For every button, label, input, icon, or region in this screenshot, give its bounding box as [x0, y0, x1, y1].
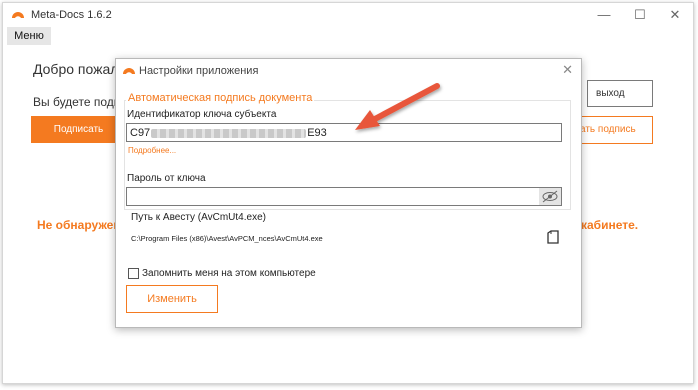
- dialog-title: Настройки приложения: [139, 65, 259, 77]
- key-id-suffix: E93: [307, 127, 327, 139]
- menu-button[interactable]: Меню: [7, 27, 51, 45]
- more-info-link[interactable]: Подробнее...: [128, 146, 176, 155]
- remember-me-checkbox[interactable]: [128, 268, 139, 279]
- remember-me-label: Запомнить меня на этом компьютере: [142, 268, 316, 279]
- auto-sign-group-title: Автоматическая подпись документа: [126, 92, 315, 104]
- minimize-button[interactable]: —: [595, 7, 613, 23]
- key-id-input[interactable]: C97 E93: [126, 123, 562, 142]
- maximize-button[interactable]: ☐: [631, 7, 649, 23]
- welcome-subtitle: Вы будете подпи: [33, 95, 127, 109]
- settings-dialog: Настройки приложения ✕ Автоматическая по…: [115, 58, 582, 328]
- change-button[interactable]: Изменить: [126, 285, 218, 313]
- sign-button[interactable]: Подписать: [31, 116, 126, 143]
- eye-icon[interactable]: [539, 188, 561, 205]
- path-label: Путь к Авесту (AvCmUt4.exe): [131, 212, 266, 223]
- app-logo-icon: [123, 68, 135, 74]
- browse-icon[interactable]: [546, 230, 560, 244]
- password-input[interactable]: [126, 187, 562, 206]
- exit-button[interactable]: выход: [587, 80, 653, 107]
- title-bar: Meta-Docs 1.6.2 — ☐ ✕: [3, 3, 693, 27]
- password-label: Пароль от ключа: [127, 173, 206, 184]
- close-window-button[interactable]: ✕: [666, 7, 684, 23]
- sign-document-button[interactable]: ать подпись: [581, 116, 653, 144]
- warning-text-left: Не обнаружен: [37, 218, 121, 232]
- app-logo-icon: [12, 12, 24, 18]
- redacted-key-segment: [151, 128, 307, 138]
- exit-button-label: выход: [596, 88, 625, 99]
- window-title: Meta-Docs 1.6.2: [31, 9, 112, 21]
- sign-document-label: ать подпись: [581, 124, 636, 135]
- key-id-prefix: C97: [130, 127, 151, 139]
- warning-text-right: кабинете.: [581, 218, 639, 232]
- path-value: C:\Program Files (x86)\Avest\AvPCM_nces\…: [131, 234, 323, 243]
- key-id-label: Идентификатор ключа субъекта: [127, 109, 277, 120]
- dialog-close-button[interactable]: ✕: [562, 62, 573, 78]
